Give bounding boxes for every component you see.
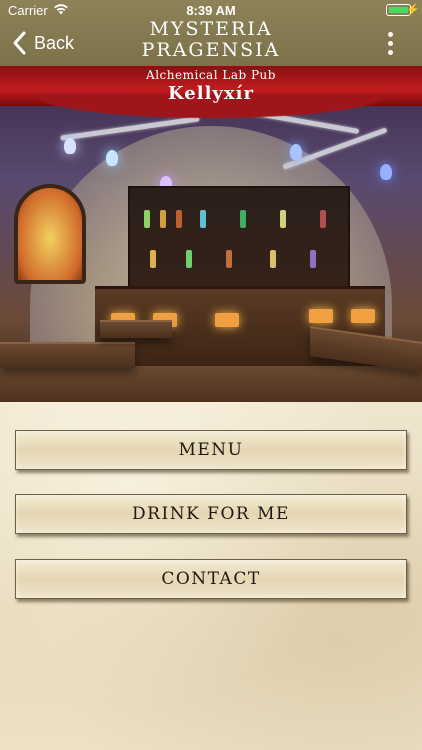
hanging-flask <box>106 150 118 166</box>
bar-light <box>351 309 375 323</box>
bottle <box>320 210 326 228</box>
bar-light <box>215 313 239 327</box>
bottle <box>310 250 316 268</box>
menu-button[interactable]: MENU <box>15 430 407 470</box>
hanging-flask <box>64 138 76 154</box>
app-title: MYSTERIA PRAGENSIA <box>0 19 422 61</box>
status-bar: Carrier 8:39 AM ⚡ <box>0 0 422 20</box>
hanging-flask <box>380 164 392 180</box>
drink-for-me-button[interactable]: DRINK FOR ME <box>15 494 407 534</box>
battery-level <box>388 6 408 13</box>
bottle <box>160 210 166 228</box>
table <box>100 320 172 338</box>
menu-panel: MENU DRINK FOR ME CONTACT <box>0 402 422 750</box>
contact-button[interactable]: CONTACT <box>15 559 407 599</box>
app-title-line2: PRAGENSIA <box>141 39 281 61</box>
bottle <box>280 210 286 228</box>
pub-subtitle: Alchemical Lab Pub <box>146 68 276 82</box>
clock: 8:39 AM <box>186 3 236 18</box>
pub-photo: Alchemical Lab Pub Kellyxír <box>0 66 422 402</box>
navigation-bar: Carrier 8:39 AM ⚡ Back MYSTERIA PRAGENSI… <box>0 0 422 66</box>
bottle <box>200 210 206 228</box>
pub-name: Kellyxír <box>168 83 254 104</box>
bottle <box>176 210 182 228</box>
bottle <box>270 250 276 268</box>
bottle <box>144 210 150 228</box>
more-vertical-icon[interactable] <box>388 32 394 56</box>
bar-light <box>309 309 333 323</box>
lit-alcove <box>14 184 86 284</box>
bottle <box>150 250 156 268</box>
hanging-flask <box>290 144 302 160</box>
floor <box>0 366 422 402</box>
bottle <box>186 250 192 268</box>
bottle <box>240 210 246 228</box>
bottle <box>226 250 232 268</box>
charging-icon: ⚡ <box>406 4 420 16</box>
table <box>0 342 135 368</box>
app-title-line1: MYSTERIA <box>149 18 273 40</box>
